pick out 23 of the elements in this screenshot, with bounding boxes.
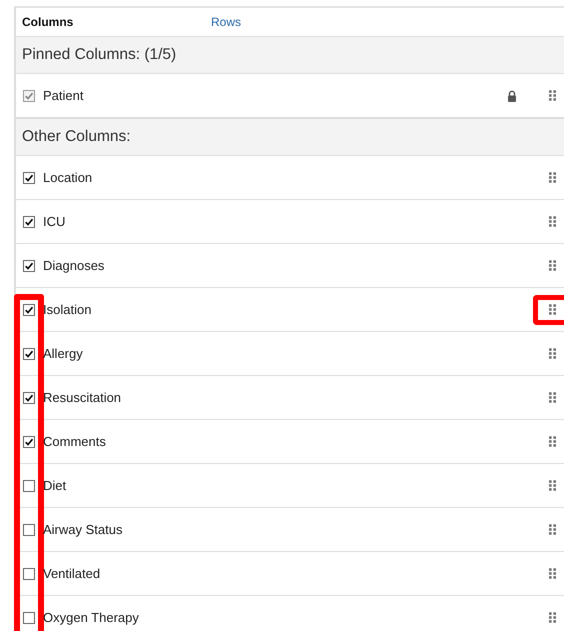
column-label: Location <box>43 170 94 185</box>
column-label: Resuscitation <box>43 390 122 405</box>
checkbox[interactable] <box>23 216 35 228</box>
checkbox[interactable] <box>23 436 35 448</box>
tab[interactable]: Rows <box>211 15 400 29</box>
checkbox[interactable] <box>23 348 35 360</box>
checkbox[interactable] <box>23 612 35 624</box>
checkbox[interactable] <box>23 392 35 404</box>
column-label: ICU <box>43 214 66 229</box>
checkbox[interactable] <box>23 480 35 492</box>
column-label: Isolation <box>43 302 92 317</box>
checkbox[interactable] <box>23 524 35 536</box>
section-title: Pinned Columns: (1/5) <box>22 46 176 64</box>
checkbox[interactable] <box>23 260 35 272</box>
tab[interactable]: Columns <box>22 15 211 29</box>
checkbox[interactable] <box>23 172 35 184</box>
drag-handle-icon[interactable] <box>533 294 564 324</box>
checkbox[interactable] <box>23 304 35 316</box>
section-title: Other Columns: <box>22 128 131 146</box>
column-label: Diagnoses <box>43 258 106 273</box>
column-label: Diet <box>43 478 68 493</box>
column-label: Patient <box>43 88 84 103</box>
checkbox[interactable] <box>23 568 35 580</box>
